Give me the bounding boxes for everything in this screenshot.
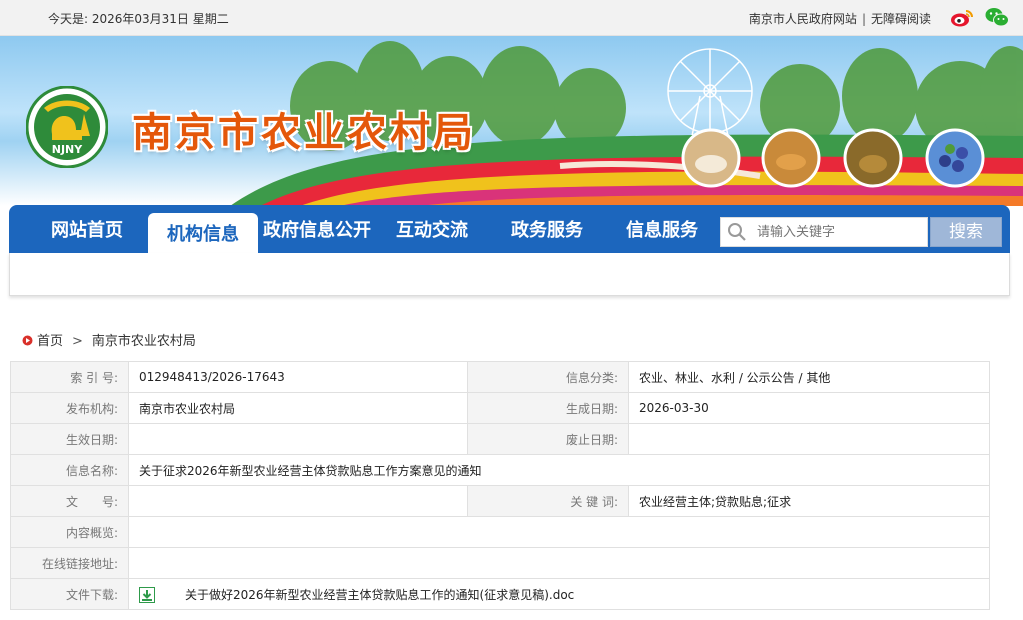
table-row: 内容概览: — [10, 516, 990, 548]
home-dot-icon — [22, 335, 33, 346]
current-date: 今天是: 2026年03月31日 星期二 — [48, 12, 229, 26]
expired-date-label: 废止日期: — [467, 423, 629, 455]
effective-date-value — [128, 423, 468, 455]
nav-item-institution-info[interactable]: 机构信息 — [148, 213, 258, 253]
info-name-label: 信息名称: — [10, 454, 129, 486]
table-row: 信息名称: 关于征求2026年新型农业经营主体贷款贴息工作方案意见的通知 — [10, 454, 990, 486]
wechat-icon[interactable] — [985, 7, 1009, 28]
index-value: 012948413/2026-17643 — [128, 361, 468, 393]
link-separator: | — [861, 12, 866, 26]
main-nav: 网站首页 机构信息 政府信息公开 互动交流 政务服务 信息服务 搜索 — [9, 205, 1010, 253]
search-box — [720, 217, 928, 247]
breadcrumb-arrow: > — [72, 334, 83, 349]
doc-number-label: 文 号: — [10, 485, 129, 517]
keywords-value: 农业经营主体;贷款贴息;征求 — [628, 485, 990, 517]
sub-nav-bar — [9, 253, 1010, 296]
created-date-value: 2026-03-30 — [628, 392, 990, 424]
site-title: 南京市农业农村局 — [132, 109, 476, 156]
summary-value — [128, 516, 990, 548]
download-file-link[interactable]: 关于做好2026年新型农业经营主体贷款贴息工作的通知(征求意见稿).doc — [185, 588, 574, 602]
weibo-icon[interactable] — [950, 8, 974, 27]
category-value: 农业、林业、水利 / 公示公告 / 其他 — [628, 361, 990, 393]
table-row: 在线链接地址: — [10, 547, 990, 579]
breadcrumb: 首页 > 南京市农业农村局 — [22, 330, 196, 349]
file-download-label: 文件下载: — [10, 578, 129, 610]
table-row: 文件下载: 关于做好2026年新型农业经营主体贷款贴息工作的通知(征求意见稿).… — [10, 578, 990, 610]
expired-date-value — [628, 423, 990, 455]
keywords-label: 关 键 词: — [467, 485, 629, 517]
nav-item-gov-info-disclosure[interactable]: 政府信息公开 — [261, 205, 373, 253]
header-banner: NJNY 南京市农业农村局 — [0, 36, 1023, 206]
search-input[interactable] — [755, 221, 919, 243]
table-row: 发布机构: 南京市农业农村局 生成日期: 2026-03-30 — [10, 392, 990, 424]
table-row: 生效日期: 废止日期: — [10, 423, 990, 455]
logo-text: NJNY — [52, 143, 84, 156]
doc-number-value — [128, 485, 468, 517]
created-date-label: 生成日期: — [467, 392, 629, 424]
publisher-label: 发布机构: — [10, 392, 129, 424]
gov-site-link[interactable]: 南京市人民政府网站 — [749, 12, 857, 26]
online-link-label: 在线链接地址: — [10, 547, 129, 579]
search-icon — [728, 223, 746, 241]
file-download-cell: 关于做好2026年新型农业经营主体贷款贴息工作的通知(征求意见稿).doc — [128, 578, 990, 610]
effective-date-label: 生效日期: — [10, 423, 129, 455]
search-button[interactable]: 搜索 — [930, 217, 1002, 247]
online-link-value — [128, 547, 990, 579]
publisher-value: 南京市农业农村局 — [128, 392, 468, 424]
accessibility-link[interactable]: 无障碍阅读 — [871, 12, 931, 26]
info-meta-table: 索 引 号: 012948413/2026-17643 信息分类: 农业、林业、… — [10, 361, 990, 610]
bureau-logo: NJNY — [26, 86, 108, 168]
breadcrumb-current[interactable]: 南京市农业农村局 — [92, 334, 196, 349]
table-row: 文 号: 关 键 词: 农业经营主体;贷款贴息;征求 — [10, 485, 990, 517]
summary-label: 内容概览: — [10, 516, 129, 548]
table-row: 索 引 号: 012948413/2026-17643 信息分类: 农业、林业、… — [10, 361, 990, 393]
nav-item-gov-services[interactable]: 政务服务 — [492, 205, 602, 253]
breadcrumb-home[interactable]: 首页 — [37, 334, 63, 349]
nav-item-home[interactable]: 网站首页 — [31, 205, 143, 253]
index-label: 索 引 号: — [10, 361, 129, 393]
download-icon[interactable] — [139, 586, 155, 603]
category-label: 信息分类: — [467, 361, 629, 393]
nav-item-interaction[interactable]: 互动交流 — [377, 205, 487, 253]
top-links: 南京市人民政府网站 | 无障碍阅读 — [749, 10, 931, 27]
top-bar: 今天是: 2026年03月31日 星期二 南京市人民政府网站 | 无障碍阅读 — [0, 0, 1023, 36]
nav-item-info-services[interactable]: 信息服务 — [607, 205, 717, 253]
info-name-value: 关于征求2026年新型农业经营主体贷款贴息工作方案意见的通知 — [128, 454, 990, 486]
